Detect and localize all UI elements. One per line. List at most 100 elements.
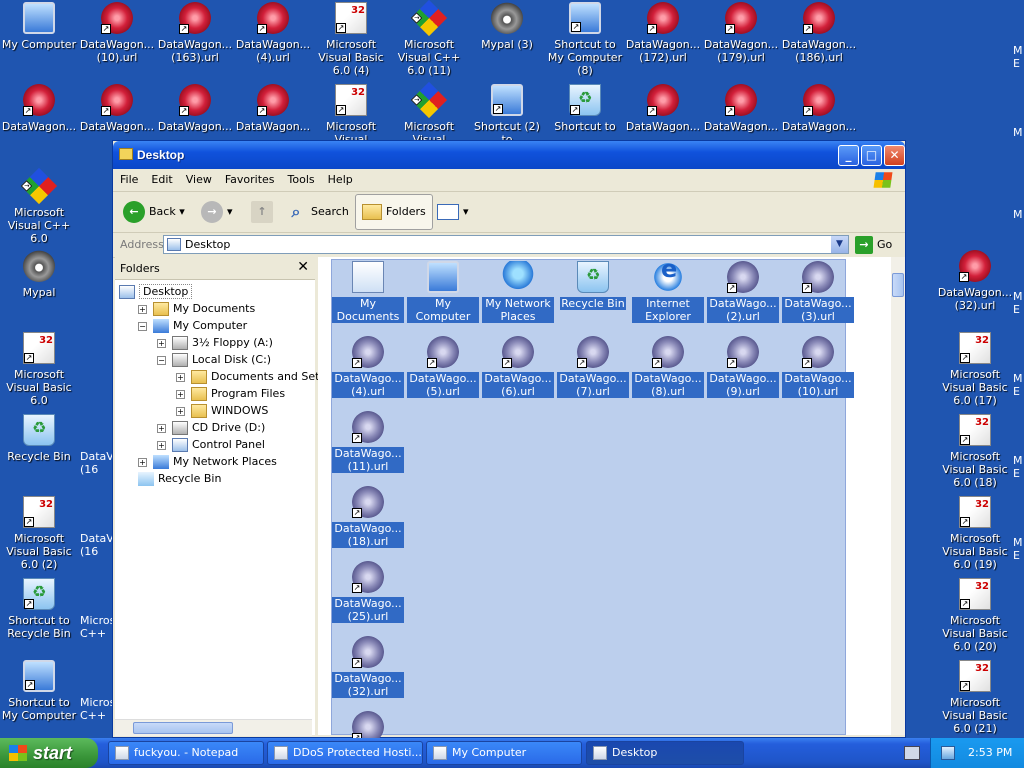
expand-icon[interactable]: +	[157, 440, 166, 450]
content-item[interactable]: ↗ DataWago... (7).url	[557, 336, 629, 398]
tree-item[interactable]: Recycle Bin	[138, 470, 221, 487]
up-button[interactable]: ↑	[251, 196, 277, 228]
content-item[interactable]: Internet Explorer	[632, 261, 704, 323]
content-pane[interactable]: My Documents My Computer My Network Places…	[318, 257, 891, 743]
desktop-icon-label-partial[interactable]: M E	[1013, 372, 1024, 398]
expand-icon[interactable]: +	[176, 389, 185, 399]
content-item[interactable]: ↗ DataWago... (6).url	[482, 336, 554, 398]
desktop-icon-label-partial[interactable]: DataV (16	[80, 450, 114, 476]
desktop-icon-item[interactable]: ↗ Shortcut to	[546, 84, 624, 133]
minimize-button[interactable]: _	[838, 145, 859, 166]
desktop-icon-item[interactable]: ↗ Shortcut to Recycle Bin	[0, 578, 78, 640]
desktop-icon-item[interactable]: ↗ Microsoft Visual Basic 6.0 (19)	[936, 496, 1014, 571]
content-item[interactable]: ↗ DataWago... (25).url	[332, 561, 404, 623]
explorer-window[interactable]: Desktop _ □ ✕ File Edit View Favorites Tools…	[112, 140, 906, 743]
collapse-icon[interactable]: −	[157, 355, 166, 365]
desktop-icon-item[interactable]: Mypal	[0, 250, 78, 299]
content-item[interactable]: ↗ DataWago... (18).url	[332, 486, 404, 548]
content-item[interactable]: ↗ DataWago... (3).url	[782, 261, 854, 323]
desktop-icon-label-partial[interactable]: Micros C++	[80, 614, 115, 640]
desktop-icon-item[interactable]: ↗Shortcut (2) to	[468, 84, 546, 146]
content-item[interactable]: ↗ DataWago... (11).url	[332, 411, 404, 473]
network-icon[interactable]	[941, 746, 955, 760]
scrollbar-thumb[interactable]	[133, 722, 233, 734]
expand-icon[interactable]: +	[157, 423, 166, 433]
desktop-icon-label-partial[interactable]: M	[1013, 126, 1024, 139]
menu-tools[interactable]: Tools	[281, 169, 321, 186]
desktop-icon-item[interactable]: ↗ Microsoft Visual Basic 6.0 (4)	[312, 2, 390, 77]
menu-view[interactable]: View	[179, 169, 218, 186]
expand-icon[interactable]: +	[138, 304, 147, 314]
tree-item[interactable]: − My Computer	[138, 317, 247, 334]
desktop-icon-item[interactable]: Mypal (3)	[468, 2, 546, 51]
tree-item[interactable]: Desktop	[119, 283, 193, 300]
expand-icon[interactable]: +	[176, 372, 185, 382]
tree-item[interactable]: + My Documents	[138, 300, 255, 317]
content-item[interactable]: ↗ DataWago... (32).url	[332, 636, 404, 698]
desktop-icon-item[interactable]: ↗ DataWagon...	[156, 84, 234, 133]
menu-favorites[interactable]: Favorites	[218, 169, 281, 186]
desktop-icon-item[interactable]: ↗Microsoft Visual	[312, 84, 390, 146]
taskbar-button[interactable]: My Computer	[426, 741, 582, 765]
desktop-icon-item[interactable]: ↗ DataWagon... (163).url	[156, 2, 234, 64]
go-button[interactable]: → Go	[855, 235, 892, 254]
content-item[interactable]: ↗ DataWago... (9).url	[707, 336, 779, 398]
tree-item[interactable]: + WINDOWS	[176, 402, 268, 419]
desktop-icon-item[interactable]: My Computer	[0, 2, 78, 51]
desktop-icon-item[interactable]: ↗ DataWagon...	[624, 84, 702, 133]
content-item[interactable]: Recycle Bin	[557, 261, 629, 310]
desktop-icon-item[interactable]: ↗ Microsoft Visual Basic 6.0 (21)	[936, 660, 1014, 735]
expand-icon[interactable]: +	[138, 457, 147, 467]
tree-item[interactable]: + Control Panel	[157, 436, 265, 453]
desktop-icon-item[interactable]: ↗ Microsoft Visual Basic 6.0 (20)	[936, 578, 1014, 653]
content-item[interactable]: My Computer	[407, 261, 479, 323]
scrollbar-thumb[interactable]	[892, 273, 904, 297]
desktop-icon-label-partial[interactable]: M	[1013, 208, 1024, 221]
search-button[interactable]: ⌕ Search	[285, 196, 349, 228]
desktop-icon-item[interactable]: ↗ DataWagon...	[780, 84, 858, 133]
maximize-button[interactable]: □	[861, 145, 882, 166]
desktop-icon-label-partial[interactable]: Micros C++	[80, 696, 115, 722]
close-icon[interactable]: ✕	[297, 259, 309, 275]
desktop-icon-item[interactable]: ↗Microsoft Visual	[390, 81, 468, 146]
desktop-icon-item[interactable]: ↗ DataWagon... (179).url	[702, 2, 780, 64]
desktop-icon-label-partial[interactable]: M E	[1013, 454, 1024, 480]
tree-item[interactable]: + My Network Places	[138, 453, 277, 470]
desktop-icon-item[interactable]: ↗ Microsoft Visual Basic 6.0	[0, 332, 78, 407]
folders-button[interactable]: Folders	[355, 194, 433, 230]
desktop-icon-item[interactable]: ↗ DataWagon...	[0, 84, 78, 133]
desktop-icon-item[interactable]: ↗ DataWagon...	[78, 84, 156, 133]
content-item[interactable]: ↗ DataWago... (2).url	[707, 261, 779, 323]
desktop-icon-item[interactable]: ↗ DataWagon... (4).url	[234, 2, 312, 64]
tree-item[interactable]: + Program Files	[176, 385, 285, 402]
desktop-icon-item[interactable]: ↗ DataWagon...	[234, 84, 312, 133]
taskbar-button[interactable]: fuckyou. - Notepad	[108, 741, 264, 765]
content-item[interactable]: My Documents	[332, 261, 404, 323]
desktop-icon-item[interactable]: Recycle Bin	[0, 414, 78, 463]
collapse-icon[interactable]: −	[138, 321, 147, 331]
desktop-icon-label-partial[interactable]: M E	[1013, 536, 1024, 562]
close-button[interactable]: ✕	[884, 145, 905, 166]
content-item[interactable]: My Network Places	[482, 261, 554, 323]
keyboard-icon[interactable]	[904, 746, 920, 760]
desktop-icon-item[interactable]: ↗ DataWagon... (172).url	[624, 2, 702, 64]
expand-icon[interactable]: +	[176, 406, 185, 416]
taskbar-button[interactable]: DDoS Protected Hosti...	[267, 741, 423, 765]
content-item[interactable]: ↗ DataWago... (8).url	[632, 336, 704, 398]
desktop-icon-item[interactable]: ↗ Microsoft Visual C++ 6.0	[0, 167, 78, 245]
expand-icon[interactable]: +	[157, 338, 166, 348]
desktop-icon-item[interactable]: ↗ DataWagon... (186).url	[780, 2, 858, 64]
desktop-icon-item[interactable]: ↗ Microsoft Visual C++ 6.0 (11)	[390, 0, 468, 77]
desktop-icon-item[interactable]: ↗ Shortcut to My Computer (8)	[546, 2, 624, 77]
content-item[interactable]: ↗ DataWago... (5).url	[407, 336, 479, 398]
views-button[interactable]: ▾	[437, 196, 469, 228]
desktop-icon-item[interactable]: ↗ DataWagon... (10).url	[78, 2, 156, 64]
desktop-icon-label-partial[interactable]: M E	[1013, 44, 1024, 70]
menu-file[interactable]: File	[113, 169, 144, 186]
tree-item[interactable]: − Local Disk (C:)	[157, 351, 271, 368]
desktop-icon-item[interactable]: ↗ DataWagon... (32).url	[936, 250, 1014, 312]
desktop-icon-label-partial[interactable]: DataV (16	[80, 532, 114, 558]
address-input[interactable]: Desktop ▼	[163, 235, 849, 254]
address-dropdown-button[interactable]: ▼	[831, 236, 848, 253]
title-bar[interactable]: Desktop _ □ ✕	[113, 141, 905, 169]
